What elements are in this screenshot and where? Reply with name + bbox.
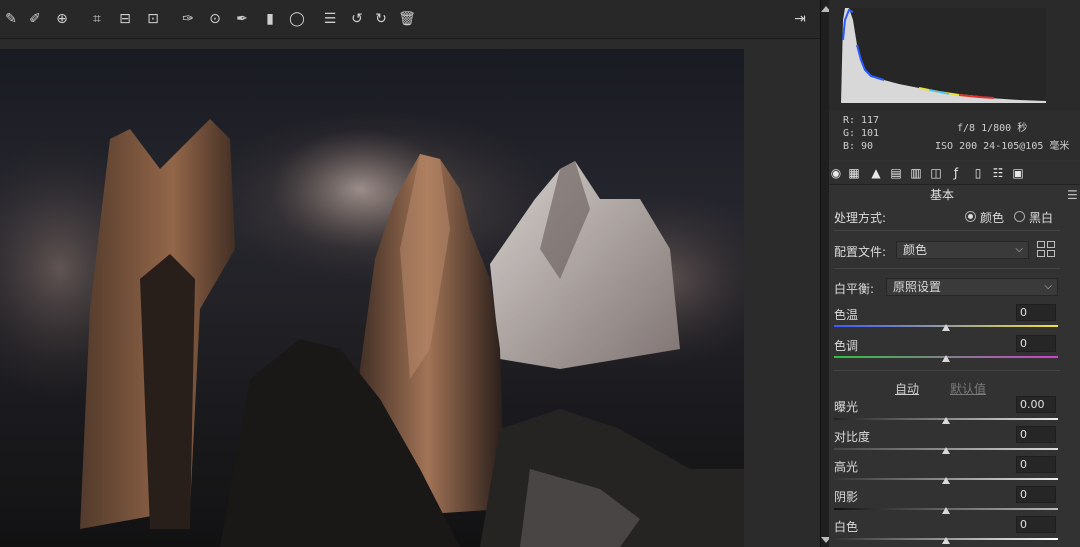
g-value: 101 bbox=[861, 128, 880, 139]
radial-filter-tool-icon[interactable]: ◯ bbox=[286, 8, 308, 30]
exposure-label: 曝光 bbox=[834, 400, 859, 414]
detail-tab-icon[interactable]: ▲ bbox=[869, 166, 883, 180]
lens-tab-icon[interactable]: ◫ bbox=[929, 166, 943, 180]
rotate-left-tool-icon[interactable]: ↺ bbox=[346, 8, 368, 30]
r-label: R: bbox=[843, 115, 856, 126]
exposure-slider-thumb[interactable] bbox=[942, 417, 950, 424]
exif-iso-lens: ISO 200 24-105@105 毫米 bbox=[935, 141, 1070, 152]
tint-slider-thumb[interactable] bbox=[942, 355, 950, 362]
shadows-slider-thumb[interactable] bbox=[942, 507, 950, 514]
info-readout: R: 117 G: 101 B: 90 f/8 1/800 秒 ISO 200 24-… bbox=[829, 110, 1080, 160]
export-icon[interactable]: ⇥ bbox=[789, 8, 811, 30]
bw-radio-label: 黑白 bbox=[1029, 211, 1054, 225]
whites-value[interactable]: 0 bbox=[1016, 516, 1056, 533]
contrast-slider-thumb[interactable] bbox=[942, 447, 950, 454]
image-canvas[interactable] bbox=[0, 39, 820, 547]
white-balance-tool-icon[interactable]: ✎ bbox=[0, 8, 22, 30]
profile-browser-icon[interactable] bbox=[1037, 241, 1055, 257]
b-value: 90 bbox=[861, 141, 874, 152]
g-label: G: bbox=[843, 128, 856, 139]
adjustment-brush-tool-icon[interactable]: ✒ bbox=[231, 8, 253, 30]
panel-tabs: ◉ ▦ ▲ ▤ ▥ ◫ ƒ ▯ ☷ ▣ bbox=[829, 162, 1080, 185]
calibration-tab-icon[interactable]: ▯ bbox=[971, 166, 985, 180]
temperature-slider-thumb[interactable] bbox=[942, 324, 950, 331]
graduated-filter-tool-icon[interactable]: ▮ bbox=[259, 8, 281, 30]
delete-tool-icon[interactable]: 🗑 bbox=[396, 8, 418, 30]
shadows-label: 阴影 bbox=[834, 490, 859, 504]
white-balance-label: 白平衡: bbox=[834, 282, 875, 296]
profile-select[interactable]: 颜色 ⌵ bbox=[896, 241, 1029, 259]
highlights-value[interactable]: 0 bbox=[1016, 456, 1056, 473]
auto-button[interactable]: 自动 bbox=[895, 380, 919, 397]
photo-preview bbox=[0, 49, 744, 547]
tint-label: 色调 bbox=[834, 339, 859, 353]
basic-tab-icon[interactable]: ◉ bbox=[829, 166, 843, 180]
whites-label: 白色 bbox=[834, 520, 859, 534]
panel-title: 基本 bbox=[929, 188, 954, 202]
shadows-value[interactable]: 0 bbox=[1016, 486, 1056, 503]
profile-value: 颜色 bbox=[903, 243, 928, 257]
temperature-label: 色温 bbox=[834, 308, 859, 322]
treatment-label: 处理方式: bbox=[834, 211, 887, 225]
profile-label: 配置文件: bbox=[834, 245, 887, 259]
white-balance-select[interactable]: 原照设置 ⌵ bbox=[886, 278, 1058, 296]
color-sampler-tool-icon[interactable]: ✐ bbox=[24, 8, 46, 30]
r-value: 117 bbox=[861, 115, 880, 126]
color-radio[interactable] bbox=[965, 211, 976, 222]
separator bbox=[834, 268, 1060, 269]
panel-menu-icon[interactable]: ☰ bbox=[1067, 188, 1078, 202]
snapshots-tab-icon[interactable]: ▣ bbox=[1011, 166, 1025, 180]
contrast-label: 对比度 bbox=[834, 430, 871, 444]
split-toning-tab-icon[interactable]: ▥ bbox=[909, 166, 923, 180]
default-button[interactable]: 默认值 bbox=[950, 380, 986, 397]
highlights-slider-thumb[interactable] bbox=[942, 477, 950, 484]
separator bbox=[834, 370, 1060, 371]
crop-tool-icon[interactable]: ⌗ bbox=[86, 8, 108, 30]
b-label: B: bbox=[843, 141, 856, 152]
red-eye-tool-icon[interactable]: ⊙ bbox=[204, 8, 226, 30]
spot-removal-tool-icon[interactable]: ✑ bbox=[177, 8, 199, 30]
contrast-value[interactable]: 0 bbox=[1016, 426, 1056, 443]
histogram bbox=[829, 0, 1080, 110]
tint-value[interactable]: 0 bbox=[1016, 335, 1056, 352]
preferences-tool-icon[interactable]: ☰ bbox=[319, 8, 341, 30]
tone-curve-tab-icon[interactable]: ▦ bbox=[847, 166, 861, 180]
chevron-down-icon: ⌵ bbox=[1044, 281, 1052, 292]
transform-tool-icon[interactable]: ⊡ bbox=[142, 8, 164, 30]
exposure-value[interactable]: 0.00 bbox=[1016, 396, 1056, 413]
whites-slider-thumb[interactable] bbox=[942, 537, 950, 544]
straighten-tool-icon[interactable]: ⊟ bbox=[114, 8, 136, 30]
effects-tab-icon[interactable]: ƒ bbox=[949, 166, 963, 180]
presets-tab-icon[interactable]: ☷ bbox=[991, 166, 1005, 180]
color-radio-label: 颜色 bbox=[980, 211, 1005, 225]
rotate-right-tool-icon[interactable]: ↻ bbox=[370, 8, 392, 30]
right-panel: R: 117 G: 101 B: 90 f/8 1/800 秒 ISO 200 24-… bbox=[829, 0, 1080, 547]
bw-radio[interactable] bbox=[1014, 211, 1025, 222]
white-balance-value: 原照设置 bbox=[893, 280, 942, 294]
toolbar: ✎ ✐ ⊕ ⌗ ⊟ ⊡ ✑ ⊙ ✒ ▮ ◯ ☰ ↺ ↻ 🗑 ⇥ bbox=[0, 0, 820, 39]
separator bbox=[834, 230, 1060, 231]
chevron-down-icon: ⌵ bbox=[1015, 244, 1023, 255]
exif-aperture-shutter: f/8 1/800 秒 bbox=[957, 123, 1028, 134]
temperature-value[interactable]: 0 bbox=[1016, 304, 1056, 321]
highlights-label: 高光 bbox=[834, 460, 859, 474]
targeted-adjust-tool-icon[interactable]: ⊕ bbox=[51, 8, 73, 30]
hsl-tab-icon[interactable]: ▤ bbox=[889, 166, 903, 180]
